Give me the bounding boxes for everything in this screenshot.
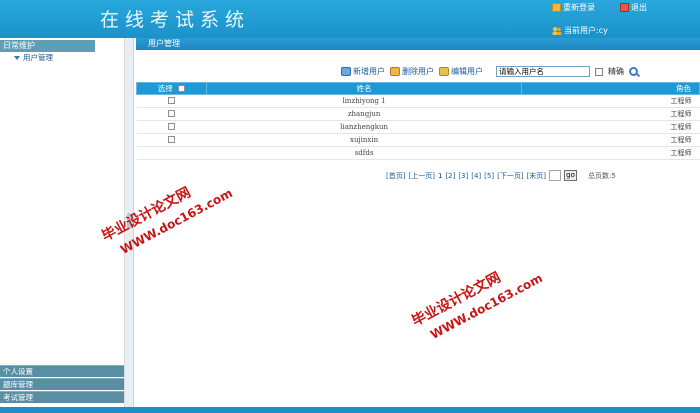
relogin-icon [552, 3, 561, 12]
go-button[interactable]: go [564, 170, 578, 181]
exit-label: 退出 [631, 3, 647, 12]
edit-user-icon [439, 67, 449, 76]
row-checkbox[interactable] [167, 122, 175, 130]
sidebar-section-exam[interactable]: 考试管理 [0, 391, 124, 403]
delete-user-button[interactable]: 删除用户 [390, 66, 434, 77]
pager-first[interactable]: [首页] [386, 171, 405, 181]
pager-current: 1 [437, 171, 443, 180]
sidebar-section-personal[interactable]: 个人设置 [0, 365, 124, 377]
add-user-icon [341, 67, 351, 76]
total-pages: 总页数:5 [588, 171, 616, 180]
column-select-label: 选择 [157, 84, 173, 93]
cell-name: lianzhengkun [206, 120, 522, 134]
users-table: 选择 姓名 角色 linzhiyong 1 工程师 zhangjun 工程师 l… [136, 82, 700, 160]
sidebar-section-daily[interactable]: 日常维护 [0, 40, 95, 52]
pager-page-2[interactable]: [2] [445, 172, 455, 180]
add-user-label: 新增用户 [353, 67, 385, 76]
table-row[interactable]: xujinxin 工程师 [136, 133, 700, 147]
cell-role: 工程师 [521, 94, 700, 108]
cell-name: zhangjun [206, 107, 522, 121]
panel-title: 用户管理 [136, 38, 700, 50]
table-row[interactable]: linzhiyong 1 工程师 [136, 94, 700, 108]
exact-label: 精确 [608, 67, 624, 76]
sidebar-item-user-management[interactable]: 用户管理 [0, 52, 124, 64]
sidebar-item-label: 用户管理 [23, 53, 53, 62]
pagination: [首页] [上一页] 1 [2] [3] [4] [5] [下一页] [末页] … [386, 170, 616, 181]
sidebar: 日常维护 用户管理 个人设置 题库管理 考试管理 [0, 38, 124, 407]
exit-link[interactable]: 退出 [620, 2, 647, 13]
row-checkbox[interactable] [167, 135, 175, 143]
panel-splitter[interactable] [124, 38, 134, 407]
pager-page-4[interactable]: [4] [471, 172, 481, 180]
pager-page-5[interactable]: [5] [484, 172, 494, 180]
delete-user-label: 删除用户 [402, 67, 434, 76]
users-icon [552, 26, 562, 35]
table-row[interactable]: zhangjun 工程师 [136, 107, 700, 121]
app-title: 在线考试系统 [100, 9, 251, 31]
app-header: 在线考试系统 重新登录 退出 当前用户:cy [0, 0, 700, 38]
page-number-input[interactable] [549, 170, 562, 181]
delete-user-icon [390, 67, 400, 76]
edit-user-label: 编辑用户 [451, 67, 483, 76]
cell-name: linzhiyong 1 [206, 94, 522, 108]
column-select: 选择 [136, 82, 207, 95]
cell-role: 工程师 [521, 120, 700, 134]
footer-bar [0, 407, 700, 413]
cell-role: 工程师 [521, 133, 700, 147]
column-role: 角色 [521, 82, 700, 95]
current-user-label: 当前用户:cy [564, 26, 608, 35]
cell-role: 工程师 [521, 107, 700, 121]
page: 在线考试系统 重新登录 退出 当前用户:cy 日常维护 用户管理 个人设置 题库… [0, 0, 700, 413]
cell-role: 工程师 [521, 146, 700, 160]
relogin-link[interactable]: 重新登录 [552, 2, 595, 13]
current-user: 当前用户:cy [552, 25, 608, 36]
cell-name: sdfds [206, 146, 522, 160]
column-name: 姓名 [205, 82, 523, 95]
search-icon[interactable] [629, 67, 638, 76]
toolbar: 新增用户 删除用户 编辑用户 精确 [341, 66, 638, 77]
exit-icon [620, 3, 629, 12]
row-checkbox[interactable] [167, 96, 175, 104]
table-header-row: 选择 姓名 角色 [136, 82, 700, 95]
pager-page-3[interactable]: [3] [458, 172, 468, 180]
search-input[interactable] [496, 66, 590, 77]
pager-prev[interactable]: [上一页] [408, 171, 434, 181]
splitter-handle[interactable] [127, 213, 131, 229]
table-row[interactable]: lianzhengkun 工程师 [136, 120, 700, 134]
relogin-label: 重新登录 [563, 3, 595, 12]
pager-next[interactable]: [下一页] [497, 171, 523, 181]
add-user-button[interactable]: 新增用户 [341, 66, 385, 77]
main-panel: 用户管理 新增用户 删除用户 编辑用户 精确 选 [136, 38, 700, 407]
pager-last[interactable]: [末页] [527, 171, 546, 181]
table-row[interactable]: sdfds 工程师 [136, 146, 700, 160]
sidebar-section-question-bank[interactable]: 题库管理 [0, 378, 124, 390]
exact-checkbox[interactable] [595, 67, 603, 76]
row-checkbox[interactable] [167, 109, 175, 117]
cell-name: xujinxin [206, 133, 522, 147]
edit-user-button[interactable]: 编辑用户 [439, 66, 483, 77]
select-all-checkbox[interactable] [178, 85, 186, 92]
caret-down-icon [14, 56, 20, 60]
